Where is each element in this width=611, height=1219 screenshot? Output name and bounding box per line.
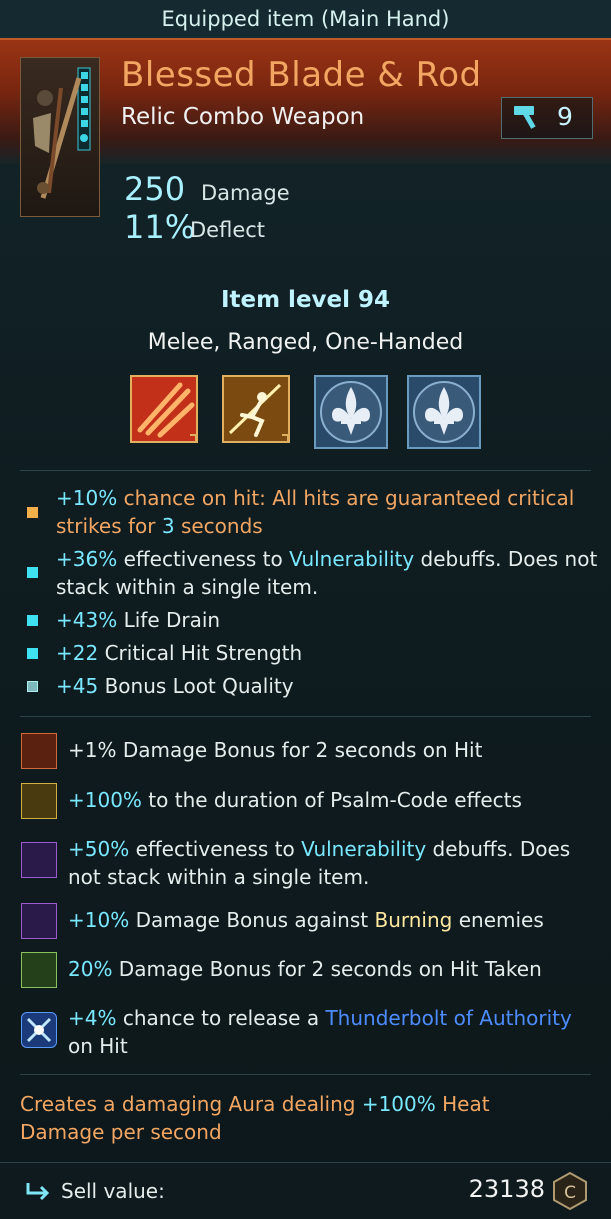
credit-coin-icon: C [553, 1171, 587, 1211]
divider [20, 470, 591, 471]
sell-bar: Sell value: 23138 C [0, 1162, 611, 1219]
legendary-bullet-icon [27, 507, 38, 518]
item-level: Item level 94 [220, 287, 391, 313]
item-name: Blessed Blade & Rod [121, 55, 482, 95]
return-arrow-icon [26, 1183, 50, 1201]
damage-value: 250 [124, 170, 186, 208]
psalm-code-yellow-icon [21, 783, 57, 819]
modifier-bullet-icon [27, 648, 38, 659]
upgrade-level: 9 [557, 102, 573, 131]
psalm-code-line: 20% Damage Bonus for 2 seconds on Hit Ta… [68, 957, 542, 981]
item-portrait [20, 57, 100, 217]
psalm-code-line: +1% Damage Bonus for 2 seconds on Hit [68, 738, 483, 762]
tooltip-title: Equipped item (Main Hand) [0, 0, 611, 38]
psalm-code-line: +100% to the duration of Psalm-Code effe… [68, 788, 522, 812]
hammer-icon [514, 106, 536, 129]
modifier-line: +22 Critical Hit Strength [56, 641, 303, 665]
thunderbolt-icon [21, 1012, 57, 1048]
damage-label: Damage [201, 181, 290, 205]
modifier-line: +45 Bonus Loot Quality [56, 674, 294, 698]
psalm-code-red-icon [21, 733, 57, 769]
psalm-code-green-icon [21, 952, 57, 988]
modifier-bullet-icon [27, 567, 38, 578]
modifier-line: +43% Life Drain [56, 608, 221, 632]
modifier-line: +10% chance on hit: All hits are guarant… [56, 486, 575, 538]
dash-strike-ability-icon[interactable] [222, 375, 290, 443]
modifier-bullet-icon [27, 681, 38, 692]
modifier-line: +36% effectiveness to Vulnerability debu… [56, 547, 598, 599]
psalm-code-line: +10% Damage Bonus against Burning enemie… [68, 908, 544, 932]
deflect-value: 11% [124, 208, 196, 246]
fleur-de-lis-ability-icon[interactable] [407, 375, 481, 449]
divider [20, 1074, 591, 1075]
divider [20, 716, 591, 717]
item-type: Relic Combo Weapon [121, 104, 365, 130]
item-tags: Melee, Ranged, One-Handed [147, 330, 464, 355]
psalm-code-purple-icon [21, 842, 57, 878]
upgrade-badge: 9 [501, 97, 593, 139]
modifier-bullet-icon [27, 615, 38, 626]
svg-text:C: C [564, 1183, 576, 1203]
fire-slash-ability-icon[interactable] [130, 375, 198, 443]
psalm-code-line: +50% effectiveness to Vulnerability debu… [68, 837, 571, 889]
deflect-label: Deflect [190, 218, 266, 242]
aura-description: Creates a damaging Aura dealing +100% He… [20, 1092, 490, 1144]
psalm-code-purple-icon [21, 903, 57, 939]
sell-value: 23138 [468, 1175, 545, 1203]
psalm-code-line: +4% chance to release a Thunderbolt of A… [68, 1006, 572, 1058]
sell-value-label: Sell value: [61, 1179, 165, 1203]
item-tooltip: Equipped item (Main Hand) Blessed Blade … [0, 0, 611, 1219]
fleur-de-lis-ability-icon[interactable] [314, 375, 388, 449]
